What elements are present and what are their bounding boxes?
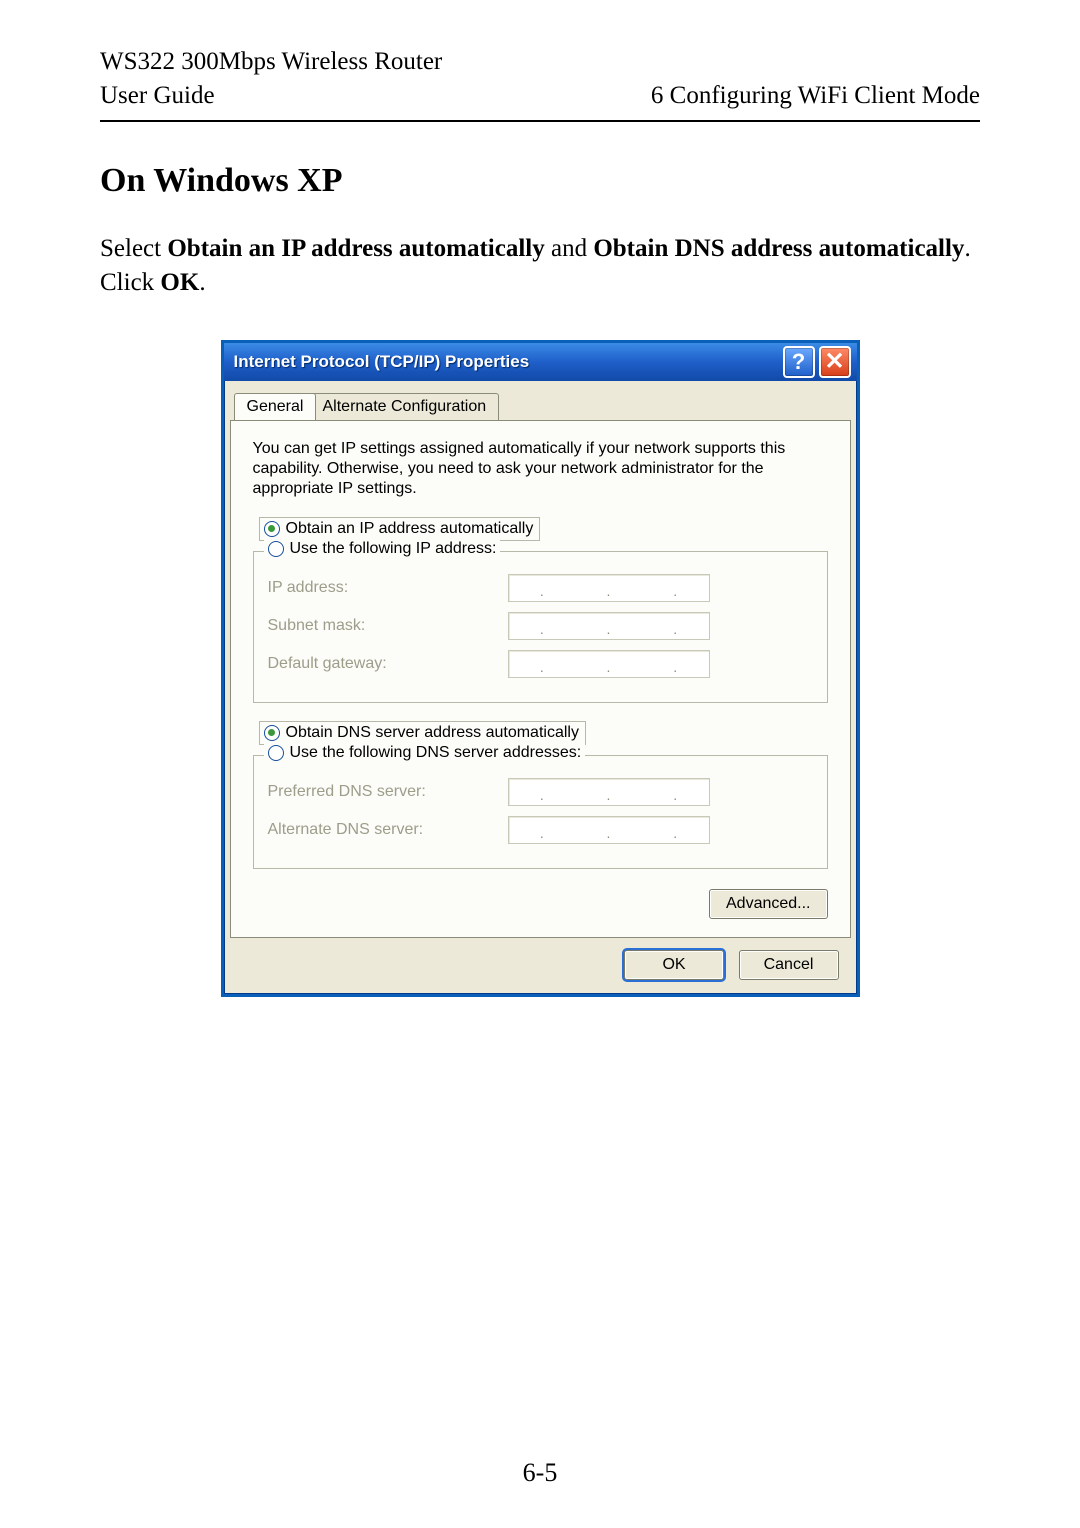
section-heading: On Windows XP xyxy=(100,162,980,200)
label-preferred-dns: Preferred DNS server: xyxy=(268,783,508,801)
input-ip-address[interactable]: ... xyxy=(508,574,710,602)
header-chapter: 6 Configuring WiFi Client Mode xyxy=(651,82,980,110)
radio-label: Use the following DNS server addresses: xyxy=(290,744,582,762)
radio-label: Obtain an IP address automatically xyxy=(286,520,534,538)
dialog-titlebar: Internet Protocol (TCP/IP) Properties ? … xyxy=(224,343,857,381)
label-subnet-mask: Subnet mask: xyxy=(268,617,508,635)
label-alternate-dns: Alternate DNS server: xyxy=(268,821,508,839)
group-manual-ip: Use the following IP address: IP address… xyxy=(253,551,828,703)
input-alternate-dns[interactable]: ... xyxy=(508,816,710,844)
radio-icon xyxy=(268,745,284,761)
radio-icon xyxy=(264,521,280,537)
tab-alternate-configuration[interactable]: Alternate Configuration xyxy=(310,393,500,420)
radio-label: Use the following IP address: xyxy=(290,540,497,558)
radio-obtain-ip-auto[interactable]: Obtain an IP address automatically xyxy=(259,517,541,541)
close-button[interactable]: ✕ xyxy=(819,346,851,378)
radio-use-following-dns[interactable]: Use the following DNS server addresses: xyxy=(264,744,586,762)
group-manual-dns: Use the following DNS server addresses: … xyxy=(253,755,828,869)
label-ip-address: IP address: xyxy=(268,579,508,597)
input-default-gateway[interactable]: ... xyxy=(508,650,710,678)
help-button[interactable]: ? xyxy=(783,346,815,378)
radio-icon xyxy=(268,541,284,557)
tab-general[interactable]: General xyxy=(234,393,317,420)
dialog-title: Internet Protocol (TCP/IP) Properties xyxy=(234,352,779,372)
tab-strip: General Alternate Configuration xyxy=(234,393,851,421)
label-default-gateway: Default gateway: xyxy=(268,655,508,673)
instruction-paragraph: Select Obtain an IP address automaticall… xyxy=(100,232,980,300)
advanced-button[interactable]: Advanced... xyxy=(709,889,828,919)
tab-panel-general: You can get IP settings assigned automat… xyxy=(230,420,851,938)
info-text: You can get IP settings assigned automat… xyxy=(253,439,828,499)
radio-obtain-dns-auto[interactable]: Obtain DNS server address automatically xyxy=(259,721,586,745)
page-number: 6-5 xyxy=(0,1458,1080,1488)
tcpip-properties-dialog: Internet Protocol (TCP/IP) Properties ? … xyxy=(221,340,860,997)
radio-icon xyxy=(264,725,280,741)
cancel-button[interactable]: Cancel xyxy=(739,950,839,980)
header-product: WS322 300Mbps Wireless Router xyxy=(100,48,980,76)
radio-label: Obtain DNS server address automatically xyxy=(286,724,579,742)
ok-button[interactable]: OK xyxy=(624,950,724,980)
input-subnet-mask[interactable]: ... xyxy=(508,612,710,640)
input-preferred-dns[interactable]: ... xyxy=(508,778,710,806)
header-doc: User Guide xyxy=(100,82,215,110)
radio-use-following-ip[interactable]: Use the following IP address: xyxy=(264,540,501,558)
